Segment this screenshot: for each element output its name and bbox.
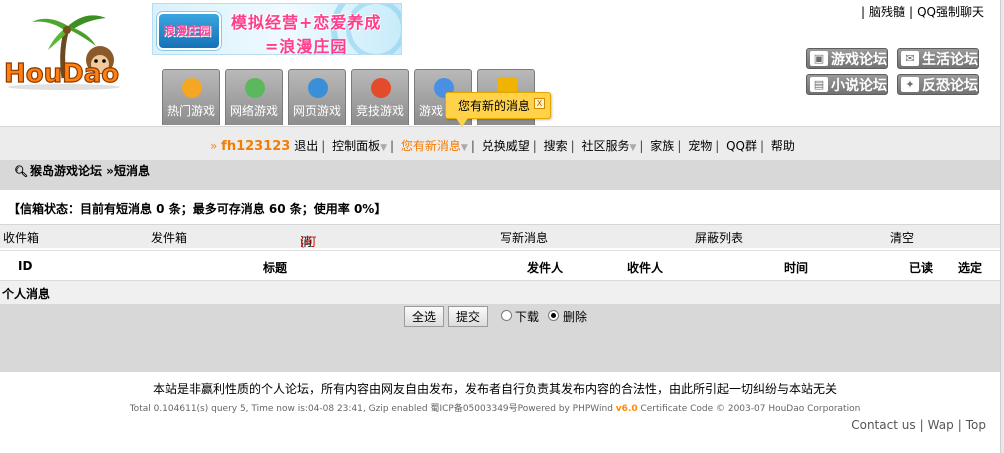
user-bar: » fh123123 退出 | 控制面板▼ | 您有新消息▼ | 兑换威望 | 搜索 | … [0,126,1000,160]
table-header: ID 标题 发件人 收件人 时间 已读 选定 [0,250,1000,280]
tab-write[interactable]: 写新消息 [500,229,548,246]
footer-stats: Total 0.104611(s) query 5, Time now is:0… [129,404,861,414]
logout-link[interactable]: 退出 [294,139,318,153]
novel-forum-button[interactable]: ▤ 小说论坛 [806,74,888,95]
footer-links: Contact us | Wap | Top [851,418,986,432]
chevron-down-icon: ▼ [460,143,468,153]
search-icon: 🔍︎ [14,165,28,178]
wap-link[interactable]: Wap [928,418,954,432]
soldier-icon: ✦ [901,77,919,92]
banner-ad[interactable]: 浪漫庄园 模拟经营+恋爱养成 =浪漫庄园 [152,3,402,55]
family-link[interactable]: 家族 [650,139,674,153]
download-label: 下载 [515,310,540,324]
online-game-icon [245,78,265,98]
action-bar: 全选 提交 下载 删除 [0,304,1000,372]
houdao-logo[interactable]: HouDao [2,8,134,92]
breadcrumb: 🔍︎ 猴岛游戏论坛 »短消息 [0,160,1000,190]
col-title: 标题 [263,261,288,275]
col-sender: 发件人 [527,261,564,275]
sports-game-icon [371,78,391,98]
col-select: 选定 [958,261,983,275]
pet-link[interactable]: 宠物 [688,139,712,153]
username-link[interactable]: fh123123 [221,139,290,154]
section-personal-messages: 个人消息 [0,280,1000,304]
new-messages-link[interactable]: 您有新消息 [401,139,461,153]
submit-button[interactable]: 提交 [448,306,488,327]
breadcrumb-forum[interactable]: 猴岛游戏论坛 [30,164,102,178]
mailbox-status: 【信箱状态：目前有短消息 0 条；最多可存消息 60 条；使用率 0%】 [8,202,387,216]
tab-web-games[interactable]: 网页游戏 [288,69,346,125]
top-links: | 脑残髓 | QQ强制聊天 [860,5,984,19]
message-tabs: 收件箱 发件箱 消息跟踪(可删除已发消息) 写新消息 屏蔽列表 清空 [0,224,1000,351]
life-forum-button[interactable]: ✉ 生活论坛 [897,48,979,69]
chevron-down-icon: ▼ [629,143,637,153]
web-game-icon [308,78,328,98]
contact-link[interactable]: Contact us [851,418,915,432]
tab-clear[interactable]: 清空 [890,229,914,246]
col-time: 时间 [784,261,809,275]
game-logo: 浪漫庄园 [157,12,221,50]
cube-icon: ▣ [810,51,828,66]
delete-radio[interactable] [548,310,559,321]
scrollbar[interactable] [1000,0,1004,453]
tab-sports-games[interactable]: 竞技游戏 [351,69,409,125]
footer-notice: 本站是非赢利性质的个人论坛，所有内容由网友自由发布，发布者自行负责其发布内容的合… [152,382,837,396]
version-badge: v6.0 [615,404,638,414]
banner-line1: 模拟经营+恋爱养成 [231,13,382,32]
tab-outbox[interactable]: 发件箱 [151,229,187,246]
tab-inbox[interactable]: 收件箱 [3,229,39,246]
top-link-2[interactable]: QQ强制聊天 [917,5,984,19]
tab-online-games[interactable]: 网络游戏 [225,69,283,125]
delete-label: 删除 [563,310,588,324]
select-all-button[interactable]: 全选 [404,306,444,327]
close-icon[interactable]: X [534,98,545,109]
top-link-1[interactable]: 脑残髓 [869,5,905,19]
game-forum-button[interactable]: ▣ 游戏论坛 [806,48,888,69]
download-radio[interactable] [501,310,512,321]
col-recipient: 收件人 [627,261,664,275]
col-id: ID [18,259,33,273]
hot-game-icon [182,78,202,98]
search-link[interactable]: 搜索 [544,139,568,153]
top-link[interactable]: Top [966,418,986,432]
banner-line2: =浪漫庄园 [265,37,348,55]
col-read: 已读 [909,261,934,275]
community-link[interactable]: 社区服务 [581,139,629,153]
help-link[interactable]: 帮助 [771,139,795,153]
tab-hot-games[interactable]: 热门游戏 [162,69,220,125]
cs-forum-button[interactable]: ✦ 反恐论坛 [897,74,979,95]
exchange-link[interactable]: 兑换威望 [482,139,530,153]
new-message-tooltip[interactable]: 您有新的消息 X [445,92,551,127]
book-icon: ▤ [810,77,828,92]
tab-block-list[interactable]: 屏蔽列表 [695,229,743,246]
qq-group-link[interactable]: QQ群 [726,139,757,153]
chat-icon: ✉ [901,51,919,66]
control-panel-link[interactable]: 控制面板 [332,139,380,153]
chevron-down-icon: ▼ [380,143,388,153]
breadcrumb-page: 短消息 [113,164,150,178]
